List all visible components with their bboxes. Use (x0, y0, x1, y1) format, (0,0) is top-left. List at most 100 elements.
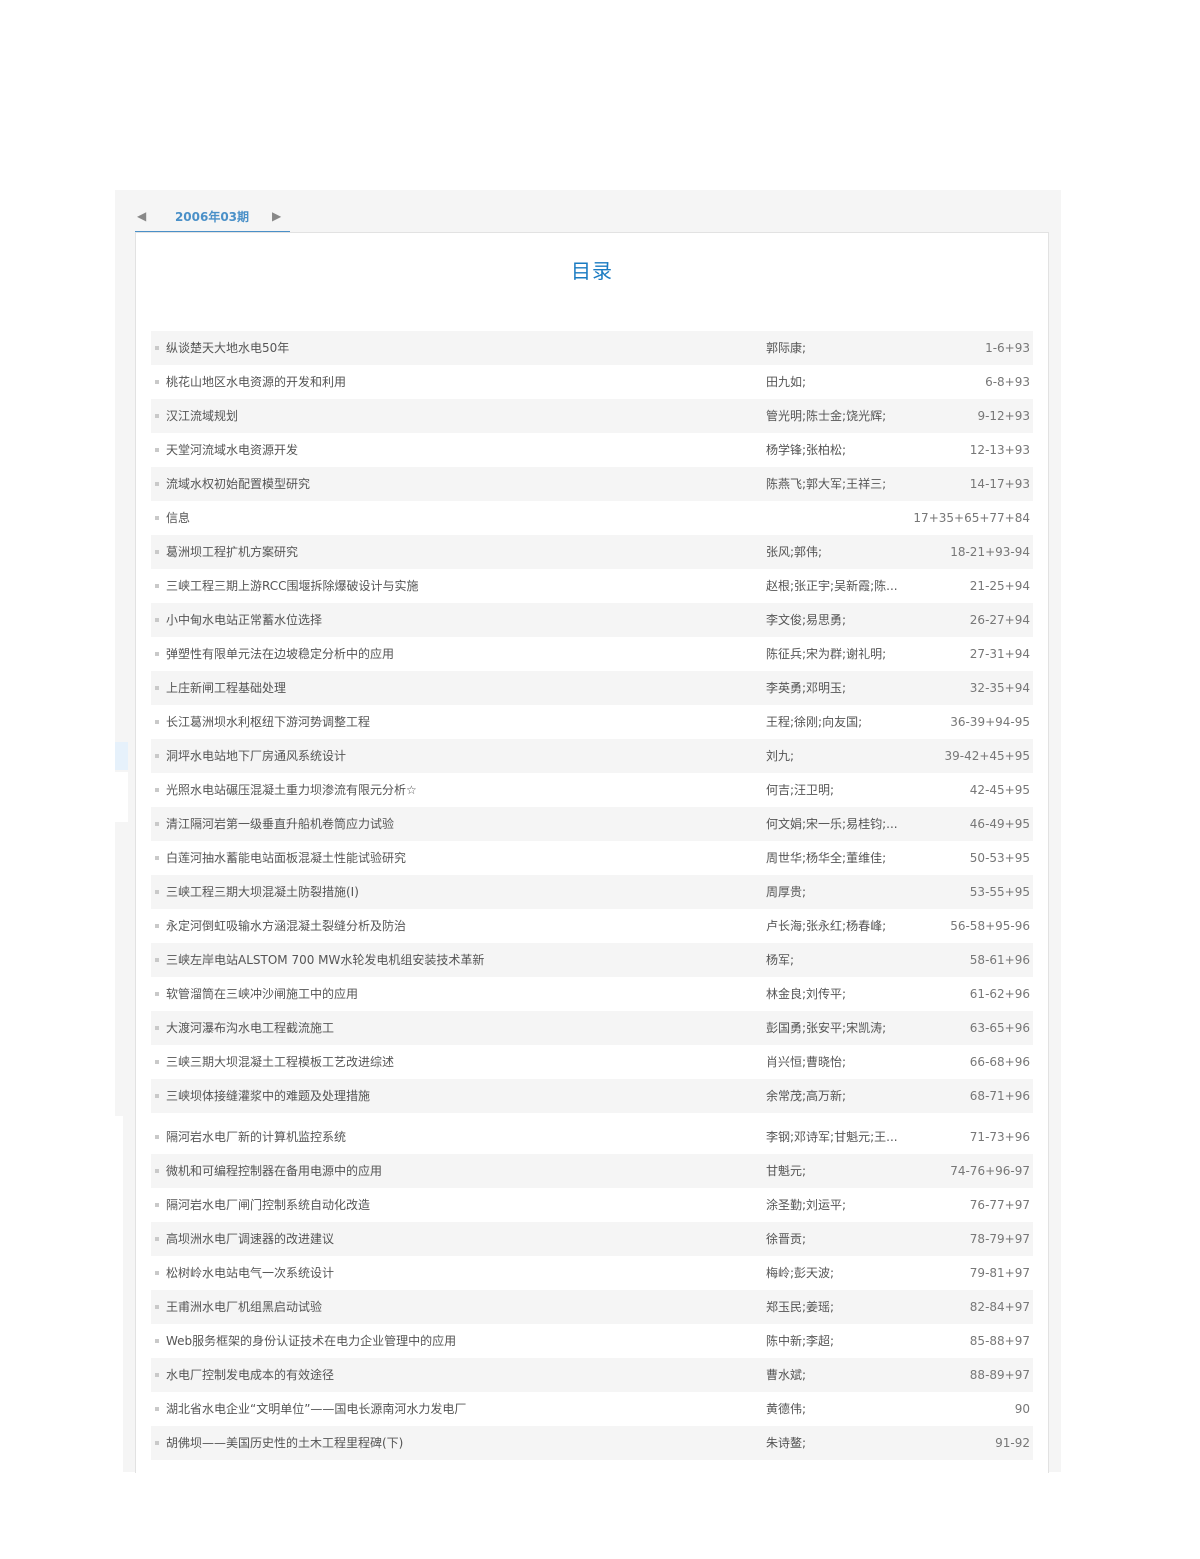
article-title-link[interactable]: 流域水权初始配置模型研究 (166, 467, 746, 501)
article-authors: 李文俊;易思勇; (766, 613, 847, 627)
bullet-icon (155, 550, 159, 554)
article-title-link[interactable]: 微机和可编程控制器在备用电源中的应用 (166, 1154, 746, 1188)
article-title-link[interactable]: 王甫洲水电厂机组黑启动试验 (166, 1290, 746, 1324)
triangle-left-icon[interactable]: ◀ (137, 208, 151, 224)
article-authors: 涂圣勤;刘运平; (766, 1198, 847, 1212)
article-title-link[interactable]: 上庄新闸工程基础处理 (166, 671, 746, 705)
article-authors: 陈燕飞;郭大军;王祥三; (766, 477, 887, 491)
bullet-icon (155, 958, 159, 962)
article-pages: 32-35+94 (969, 681, 1030, 695)
article-pages: 14-17+93 (969, 477, 1030, 491)
article-authors: 管光明;陈士金;饶光辉; (766, 409, 887, 423)
article-title-link[interactable]: 湖北省水电企业“文明单位”——国电长源南河水力发电厂 (166, 1392, 746, 1426)
article-pages: 27-31+94 (969, 647, 1030, 661)
article-authors: 郑玉民;姜瑶; (766, 1300, 835, 1314)
article-pages: 6-8+93 (985, 375, 1030, 389)
side-gap-lower (115, 1116, 123, 1472)
article-title-link[interactable]: 纵谈楚天大地水电50年 (166, 331, 746, 365)
article-authors: 刘九; (766, 749, 795, 763)
article-authors: 郭际康; (766, 341, 807, 355)
table-row: 隔河岩水电厂闸门控制系统自动化改造 涂圣勤;刘运平; 76-77+97 (151, 1188, 1033, 1222)
article-pages: 90 (1014, 1402, 1030, 1416)
bullet-icon (155, 1271, 159, 1275)
article-title-link[interactable]: 三峡工程三期上游RCC围堰拆除爆破设计与实施 (166, 569, 746, 603)
table-row: 三峡坝体接缝灌浆中的难题及处理措施 余常茂;高万新; 68-71+96 (151, 1079, 1033, 1113)
article-title-link[interactable]: 三峡左岸电站ALSTOM 700 MW水轮发电机组安装技术革新 (166, 943, 746, 977)
article-title-link[interactable]: 松树岭水电站电气一次系统设计 (166, 1256, 746, 1290)
table-row: 三峡工程三期上游RCC围堰拆除爆破设计与实施 赵根;张正宇;吴新霞;陈... 21-… (151, 569, 1033, 603)
article-title-link[interactable]: 白莲河抽水蓄能电站面板混凝土性能试验研究 (166, 841, 746, 875)
article-title-link[interactable]: 三峡三期大坝混凝土工程模板工艺改进综述 (166, 1045, 746, 1079)
article-authors: 田九如; (766, 375, 807, 389)
bullet-icon (155, 1237, 159, 1241)
article-title-link[interactable]: 三峡工程三期大坝混凝土防裂措施(Ⅰ) (166, 875, 746, 909)
article-authors: 余常茂;高万新; (766, 1089, 847, 1103)
article-title-link[interactable]: 软管溜筒在三峡冲沙闸施工中的应用 (166, 977, 746, 1011)
bullet-icon (155, 1135, 159, 1139)
article-title-link[interactable]: 洞坪水电站地下厂房通风系统设计 (166, 739, 746, 773)
article-title-link[interactable]: 光照水电站碾压混凝土重力坝渗流有限元分析☆ (166, 773, 746, 807)
side-gap (115, 772, 128, 822)
table-row: 流域水权初始配置模型研究 陈燕飞;郭大军;王祥三; 14-17+93 (151, 467, 1033, 501)
article-title-link[interactable]: 长江葛洲坝水利枢纽下游河势调整工程 (166, 705, 746, 739)
article-pages: 39-42+45+95 (944, 749, 1030, 763)
table-row: 湖北省水电企业“文明单位”——国电长源南河水力发电厂 黄德伟; 90 (151, 1392, 1033, 1426)
article-pages: 46-49+95 (969, 817, 1030, 831)
article-title-link[interactable]: Web服务框架的身份认证技术在电力企业管理中的应用 (166, 1324, 746, 1358)
table-row: 纵谈楚天大地水电50年 郭际康; 1-6+93 (151, 331, 1033, 365)
article-pages: 12-13+93 (969, 443, 1030, 457)
article-title-link[interactable]: 隔河岩水电厂新的计算机监控系统 (166, 1120, 746, 1154)
article-title-link[interactable]: 葛洲坝工程扩机方案研究 (166, 535, 746, 569)
article-pages: 88-89+97 (969, 1368, 1030, 1382)
article-title-link[interactable]: 水电厂控制发电成本的有效途径 (166, 1358, 746, 1392)
article-title-link[interactable]: 永定河倒虹吸输水方涵混凝土裂缝分析及防治 (166, 909, 746, 943)
bullet-icon (155, 1094, 159, 1098)
table-row: 天堂河流域水电资源开发 杨学锋;张柏松; 12-13+93 (151, 433, 1033, 467)
bullet-icon (155, 822, 159, 826)
article-authors: 赵根;张正宇;吴新霞;陈... (766, 579, 898, 593)
article-pages: 71-73+96 (969, 1130, 1030, 1144)
article-title-link[interactable]: 三峡坝体接缝灌浆中的难题及处理措施 (166, 1079, 746, 1113)
article-pages: 1-6+93 (985, 341, 1030, 355)
table-row: 洞坪水电站地下厂房通风系统设计 刘九; 39-42+45+95 (151, 739, 1033, 773)
table-row: Web服务框架的身份认证技术在电力企业管理中的应用 陈中新;李超; 85-88+97 (151, 1324, 1033, 1358)
bullet-icon (155, 992, 159, 996)
triangle-right-icon[interactable]: ▶ (272, 208, 286, 224)
article-authors: 王程;徐刚;向友国; (766, 715, 863, 729)
article-authors: 何吉;汪卫明; (766, 783, 835, 797)
article-title-link[interactable]: 高坝洲水电厂调速器的改进建议 (166, 1222, 746, 1256)
article-title-link[interactable]: 天堂河流域水电资源开发 (166, 433, 746, 467)
article-pages: 61-62+96 (969, 987, 1030, 1001)
bullet-icon (155, 1305, 159, 1309)
article-title-link[interactable]: 大渡河瀑布沟水电工程截流施工 (166, 1011, 746, 1045)
table-row: 上庄新闸工程基础处理 李英勇;邓明玉; 32-35+94 (151, 671, 1033, 705)
table-row: 葛洲坝工程扩机方案研究 张风;郭伟; 18-21+93-94 (151, 535, 1033, 569)
article-title-link[interactable]: 小中甸水电站正常蓄水位选择 (166, 603, 746, 637)
table-row: 胡佛坝——美国历史性的土木工程里程碑(下) 朱诗鳌; 91-92 (151, 1426, 1033, 1460)
toc-title: 目录 (571, 259, 613, 283)
article-title-link[interactable]: 桃花山地区水电资源的开发和利用 (166, 365, 746, 399)
bullet-icon (155, 482, 159, 486)
article-title-link[interactable]: 隔河岩水电厂闸门控制系统自动化改造 (166, 1188, 746, 1222)
bullet-icon (155, 618, 159, 622)
article-pages: 82-84+97 (969, 1300, 1030, 1314)
article-pages: 21-25+94 (969, 579, 1030, 593)
article-authors: 徐晋贡; (766, 1232, 807, 1246)
bullet-icon (155, 652, 159, 656)
issue-tab[interactable]: 2006年03期 (163, 208, 261, 226)
article-authors: 林金良;刘传平; (766, 987, 847, 1001)
table-row: 光照水电站碾压混凝土重力坝渗流有限元分析☆ 何吉;汪卫明; 42-45+95 (151, 773, 1033, 807)
article-authors: 梅岭;彭天波; (766, 1266, 835, 1280)
table-row: 汉江流域规划 管光明;陈士金;饶光辉; 9-12+93 (151, 399, 1033, 433)
article-title-link[interactable]: 汉江流域规划 (166, 399, 746, 433)
bullet-icon (155, 448, 159, 452)
article-pages: 53-55+95 (969, 885, 1030, 899)
article-title-link[interactable]: 胡佛坝——美国历史性的土木工程里程碑(下) (166, 1426, 746, 1460)
article-title-link[interactable]: 弹塑性有限单元法在边坡稳定分析中的应用 (166, 637, 746, 671)
article-title-link[interactable]: 清江隔河岩第一级垂直升船机卷筒应力试验 (166, 807, 746, 841)
article-authors: 卢长海;张永红;杨春峰; (766, 919, 887, 933)
table-row: 弹塑性有限单元法在边坡稳定分析中的应用 陈征兵;宋为群;谢礼明; 27-31+94 (151, 637, 1033, 671)
article-authors: 杨军; (766, 953, 795, 967)
article-title-link[interactable]: 信息 (166, 501, 746, 535)
article-pages: 9-12+93 (977, 409, 1030, 423)
